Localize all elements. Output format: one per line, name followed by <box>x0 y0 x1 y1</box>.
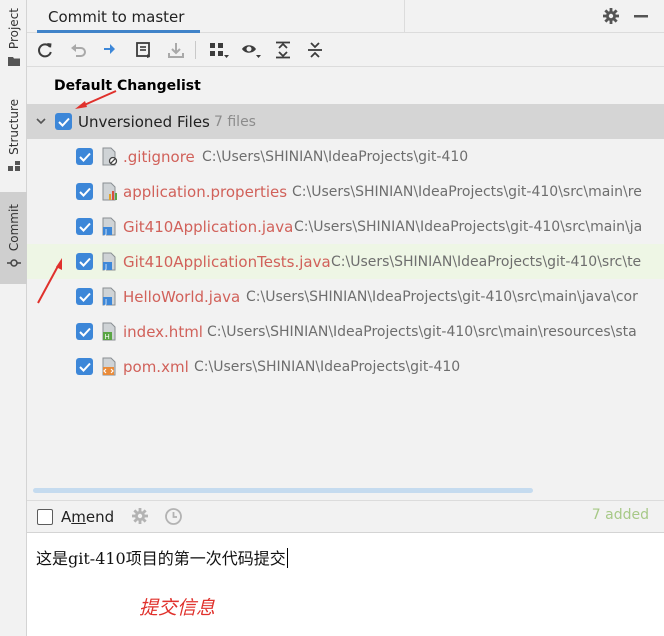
file-row[interactable]: J Git410Application.java C:\Users\SHINIA… <box>27 209 664 244</box>
file-path: C:\Users\SHINIAN\IdeaProjects\git-410\sr… <box>292 183 642 200</box>
group-label: Unversioned Files <box>78 112 210 131</box>
amend-label[interactable]: Amend <box>61 508 114 526</box>
changelist-title: Default Changelist <box>54 78 201 94</box>
file-row[interactable]: pom.xml C:\Users\SHINIAN\IdeaProjects\gi… <box>27 349 664 384</box>
svg-text:J: J <box>104 228 107 236</box>
rollback-icon[interactable] <box>67 38 91 62</box>
horizontal-scrollbar[interactable] <box>33 488 533 493</box>
file-row[interactable]: .gitignore C:\Users\SHINIAN\IdeaProjects… <box>27 139 664 174</box>
show-diff-icon[interactable] <box>99 38 123 62</box>
tool-window-strip: Project Structure Commit <box>0 0 27 636</box>
file-path: C:\Users\SHINIAN\IdeaProjects\git-410\sr… <box>246 288 638 305</box>
header-divider <box>404 0 405 32</box>
file-row[interactable]: H index.html C:\Users\SHINIAN\IdeaProjec… <box>27 314 664 349</box>
html-file-icon: H <box>101 322 119 341</box>
folder-icon <box>7 54 20 70</box>
file-row[interactable]: J HelloWorld.java C:\Users\SHINIAN\IdeaP… <box>27 279 664 314</box>
java-file-icon: J <box>101 217 119 236</box>
changes-tree: Default Changelist Unversioned Files 7 f… <box>27 68 664 500</box>
file-row[interactable]: application.properties C:\Users\SHINIAN\… <box>27 174 664 209</box>
side-tab-structure-label: Structure <box>6 98 21 155</box>
commit-message-editor[interactable]: 这是git-410项目的第一次代码提交 提交信息 <box>27 532 664 636</box>
commit-icon <box>6 256 21 272</box>
file-name: pom.xml <box>123 357 189 376</box>
file-checkbox[interactable] <box>76 183 93 200</box>
commit-toolbar <box>27 33 664 67</box>
file-checkbox[interactable] <box>76 358 93 375</box>
file-path: C:\Users\SHINIAN\IdeaProjects\git-410 <box>202 148 469 165</box>
svg-text:J: J <box>104 298 107 306</box>
group-by-icon[interactable] <box>207 38 231 62</box>
view-options-eye-icon[interactable] <box>239 38 263 62</box>
file-name: HelloWorld.java <box>123 287 241 306</box>
tab-title: Commit to master <box>48 7 185 26</box>
svg-text:J: J <box>104 263 107 271</box>
commit-options-gear-icon[interactable] <box>131 507 149 529</box>
file-checkbox[interactable] <box>76 253 93 270</box>
file-path: C:\Users\SHINIAN\IdeaProjects\git-410 <box>194 358 461 375</box>
java-file-icon: J <box>101 252 119 271</box>
toolbar-divider <box>195 41 196 59</box>
file-path: C:\Users\SHINIAN\IdeaProjects\git-410\sr… <box>207 323 637 340</box>
side-tab-project[interactable]: Project <box>0 4 27 74</box>
xml-file-icon <box>101 357 119 376</box>
chevron-down-icon[interactable] <box>35 115 47 131</box>
commit-history-clock-icon[interactable] <box>164 507 183 530</box>
side-tab-commit[interactable]: Commit <box>0 192 27 284</box>
file-name: application.properties <box>123 182 288 201</box>
file-checkbox[interactable] <box>76 148 93 165</box>
commit-message-text[interactable]: 这是git-410项目的第一次代码提交 <box>36 545 288 569</box>
gitignore-file-icon <box>101 147 119 166</box>
commit-tool-window-header: Commit to master <box>27 0 664 33</box>
unversioned-files-group[interactable]: Unversioned Files 7 files <box>27 104 664 139</box>
properties-file-icon <box>101 182 119 201</box>
file-checkbox[interactable] <box>76 323 93 340</box>
file-path: C:\Users\SHINIAN\IdeaProjects\git-410\sr… <box>331 253 642 270</box>
amend-checkbox[interactable] <box>37 509 53 525</box>
tab-commit-to-master[interactable]: Commit to master <box>34 0 201 33</box>
svg-text:H: H <box>105 333 110 341</box>
file-checkbox[interactable] <box>76 218 93 235</box>
file-row[interactable]: J Git410ApplicationTests.java C:\Users\S… <box>27 244 664 279</box>
annotation-label: 提交信息 <box>139 597 216 619</box>
file-path: C:\Users\SHINIAN\IdeaProjects\git-410\sr… <box>294 218 643 235</box>
download-icon[interactable] <box>164 38 188 62</box>
expand-all-icon[interactable] <box>271 38 295 62</box>
side-tab-commit-label: Commit <box>6 203 21 252</box>
refresh-icon[interactable] <box>33 38 57 62</box>
text-caret <box>286 548 288 568</box>
changes-added-status: 7 added <box>591 507 649 523</box>
file-name: Git410ApplicationTests.java <box>123 252 331 271</box>
file-name: .gitignore <box>123 147 195 166</box>
java-file-icon: J <box>101 287 119 306</box>
group-checkbox[interactable] <box>55 113 72 130</box>
amend-bar: Amend 7 added <box>27 500 664 532</box>
side-tab-structure[interactable]: Structure <box>0 96 27 178</box>
file-name: Git410Application.java <box>123 217 294 236</box>
settings-gear-icon[interactable] <box>600 5 622 27</box>
file-name: index.html <box>123 322 203 341</box>
side-tab-project-label: Project <box>6 7 21 50</box>
group-file-count: 7 files <box>214 113 256 130</box>
collapse-all-icon[interactable] <box>303 38 327 62</box>
structure-icon <box>7 159 20 175</box>
hide-panel-icon[interactable] <box>630 5 652 27</box>
shelve-icon[interactable] <box>132 38 156 62</box>
file-checkbox[interactable] <box>76 288 93 305</box>
